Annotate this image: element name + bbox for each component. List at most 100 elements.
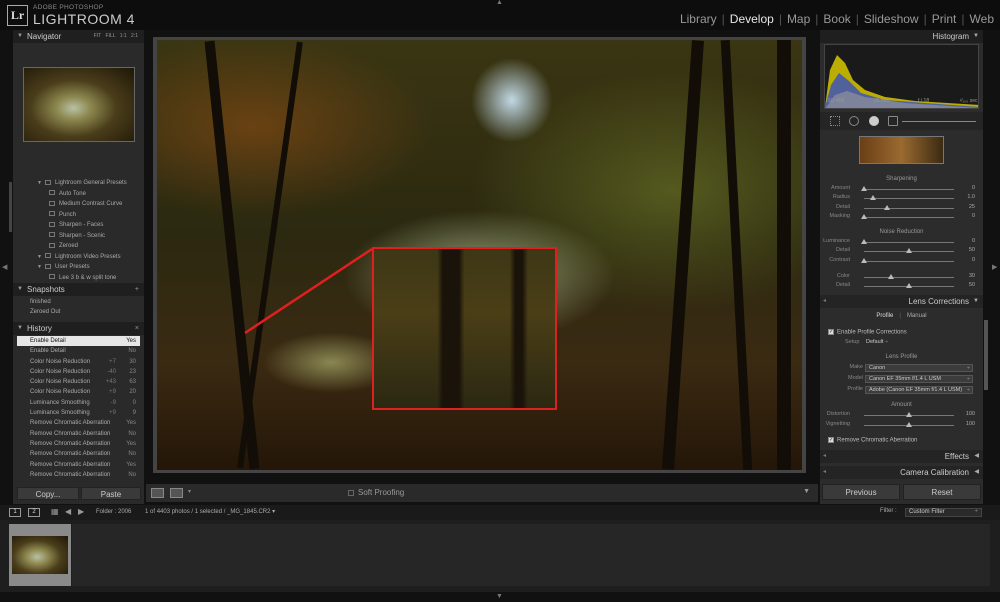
history-item[interactable]: Color Noise Reduction -40 23 [17,367,140,377]
view-dropdown-icon[interactable]: ▾ [188,488,191,495]
slider-handle[interactable] [883,204,890,210]
preset-item[interactable]: Lee 3 b & w split tone [13,273,144,284]
loupe-view-icon[interactable] [151,488,164,498]
slider-track[interactable] [864,207,954,209]
slider-handle[interactable] [906,421,912,427]
slider-value[interactable]: 50 [969,247,975,253]
snapshot-item[interactable]: finished [13,297,144,307]
slider-handle[interactable] [861,213,867,219]
slider-handle[interactable] [861,239,867,244]
toolbar-menu-icon[interactable]: ▼ [803,488,810,495]
history-item[interactable]: Enable Detail Yes [17,336,140,347]
camera-calibration-header[interactable]: ◂ Camera Calibration ◀ [820,466,983,479]
make-select[interactable]: Canon ÷ [865,364,973,372]
history-item[interactable]: Remove Chromatic Aberration Yes [17,418,140,428]
history-item[interactable]: Remove Chromatic Aberration Yes [17,460,140,470]
history-item[interactable]: Color Noise Reduction +9 20 [17,387,140,397]
crop-tool-icon[interactable] [830,116,840,126]
model-select[interactable]: Canon EF 35mm f/1.4 L USM ÷ [865,375,973,383]
slider-value[interactable]: 100 [966,411,975,417]
slider-handle[interactable] [870,195,876,201]
history-item[interactable]: Luminance Smoothing -9 0 [17,398,140,408]
preset-folder[interactable]: ▼ Lightroom Video Presets [13,252,144,263]
history-item[interactable]: Color Noise Reduction +43 63 [17,377,140,387]
soft-proofing-toggle[interactable]: Soft Proofing [348,488,404,497]
slider-value[interactable]: 100 [966,421,975,427]
navigator-preview[interactable] [23,67,135,142]
filename-label[interactable]: _MG_1845.CR2 [227,509,270,515]
effects-header[interactable]: ◂ Effects ◀ [820,450,983,463]
folder-label[interactable]: Folder : 2006 [96,509,131,515]
histogram-graph[interactable] [824,44,979,109]
module-map[interactable]: Map [787,12,810,26]
preset-item[interactable]: Medium Contrast Curve [13,199,144,210]
snapshots-header[interactable]: ▼ Snapshots + [13,283,144,296]
top-panel-toggle-icon[interactable]: ▲ [496,0,503,6]
slider-handle[interactable] [906,412,912,417]
before-after-view-icon[interactable] [170,488,183,498]
reset-button[interactable]: Reset [903,484,981,500]
left-panel-toggle-icon[interactable]: ◀ [2,263,7,271]
module-web[interactable]: Web [970,12,994,26]
right-panel-scrollbar[interactable] [984,320,988,390]
slider-value[interactable]: 1.0 [967,194,975,200]
right-panel-toggle-icon[interactable]: ▶ [992,263,997,271]
red-eye-icon[interactable] [869,116,879,126]
slider-handle[interactable] [888,274,894,279]
module-slideshow[interactable]: Slideshow [864,12,919,26]
preset-item[interactable]: Sharpen - Scenic [13,231,144,242]
remove-chromatic-aberration[interactable]: ✓ Remove Chromatic Aberration [828,437,917,444]
setup-select[interactable]: Default ÷ [866,339,888,345]
left-panel-scrollbar[interactable] [9,182,12,232]
filmstrip-cell[interactable] [9,524,71,586]
history-item[interactable]: Color Noise Reduction +7 30 [17,357,140,367]
module-develop[interactable]: Develop [730,12,774,26]
module-library[interactable]: Library [680,12,717,26]
filter-select[interactable]: Custom Filter ÷ [905,508,982,517]
filename-dropdown-icon[interactable]: ▾ [270,509,275,515]
slider-value[interactable]: 30 [969,273,975,279]
previous-button[interactable]: Previous [822,484,900,500]
slider-value[interactable]: 0 [972,213,975,219]
slider-value[interactable]: 25 [969,204,975,210]
preset-item[interactable]: Sharpen - Faces [13,220,144,231]
profile-select[interactable]: Adobe (Canon EF 35mm f/1.4 L USM) ÷ [865,386,973,394]
snapshot-item[interactable]: Zeroed Out [13,307,144,317]
tab-manual[interactable]: Manual [907,313,927,319]
slider-handle[interactable] [906,248,912,254]
slider-value[interactable]: 50 [969,282,975,288]
graduated-filter-icon[interactable] [888,116,898,126]
forward-arrow-icon[interactable]: ▶ [78,507,84,516]
soft-proofing-checkbox[interactable] [348,489,354,496]
slider-handle[interactable] [861,257,867,263]
slider-track[interactable] [864,216,954,218]
adjustment-brush-slider[interactable] [902,121,976,122]
module-print[interactable]: Print [932,12,957,26]
tab-profile[interactable]: Profile [876,313,893,319]
filmstrip-thumbnail[interactable] [12,536,68,574]
histogram-header[interactable]: Histogram ▼ [820,30,983,43]
enable-profile-corrections[interactable]: ✓ Enable Profile Corrections [828,329,907,336]
slider-track[interactable] [864,277,954,278]
slider-value[interactable]: 0 [972,238,975,244]
checkbox-checked-icon[interactable]: ✓ [828,329,834,335]
main-window-icon[interactable]: 1 [9,508,21,517]
preset-item[interactable]: Auto Tone [13,189,144,200]
add-snapshot-icon[interactable]: + [135,283,139,296]
bottom-panel-toggle-icon[interactable]: ▼ [496,593,503,600]
slider-track[interactable] [864,260,954,262]
navigator-zoom-options[interactable]: FIT FILL 1:1 2:1 [94,30,138,43]
slider-track[interactable] [864,242,954,243]
slider-handle[interactable] [906,283,912,288]
slider-track[interactable] [864,189,954,190]
checkbox-checked-icon[interactable]: ✓ [828,437,834,443]
lens-corrections-header[interactable]: ◂ Lens Corrections ▼ [820,295,983,308]
spot-removal-icon[interactable] [849,116,859,126]
module-book[interactable]: Book [823,12,850,26]
grid-view-icon[interactable]: ▦ [51,507,59,516]
history-item[interactable]: Remove Chromatic Aberration Yes [17,439,140,449]
copy-button[interactable]: Copy... [17,487,79,500]
detail-preview-swatch[interactable] [859,136,944,164]
back-arrow-icon[interactable]: ◀ [65,507,71,516]
preset-item[interactable]: Punch [13,210,144,221]
